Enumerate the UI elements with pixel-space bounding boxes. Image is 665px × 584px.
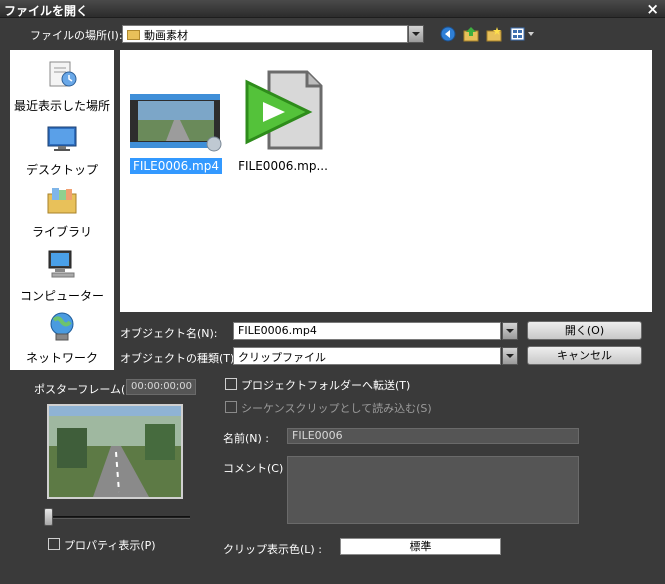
poster-timecode-field[interactable]: 00:00:00;00 (126, 379, 196, 395)
lookin-value: 動画素材 (144, 29, 188, 42)
clip-color-label: クリップ表示色(L) : (223, 543, 322, 556)
places-bar: 最近表示した場所 デスクトップ ライブラリ コンピューター ネットワーク (10, 50, 114, 370)
place-label: デスクトップ (25, 163, 98, 177)
clip-color-button[interactable]: 標準 (340, 538, 501, 555)
library-icon (47, 188, 77, 214)
transfer-to-project-label: プロジェクトフォルダーへ転送(T) (241, 379, 411, 392)
video-thumbnail-icon (130, 94, 222, 152)
place-network[interactable]: ネットワーク (10, 310, 114, 366)
file-name: FILE0006.mp4 (129, 158, 222, 174)
property-display-checkbox[interactable] (48, 538, 60, 550)
up-folder-icon[interactable] (463, 26, 479, 42)
file-item[interactable]: FILE0006.mp4 (128, 92, 224, 174)
title-bar: ファイルを開く × (0, 0, 665, 18)
name-label: 名前(N) : (223, 432, 270, 445)
poster-slider-thumb[interactable] (44, 508, 53, 526)
file-list: FILE0006.mp4 FILE0006.mp... (120, 50, 652, 312)
place-computer[interactable]: コンピューター (10, 248, 114, 304)
object-type-dropdown-button[interactable] (502, 347, 518, 365)
close-icon[interactable]: × (646, 0, 659, 18)
computer-icon (48, 250, 75, 278)
place-library[interactable]: ライブラリ (10, 184, 114, 240)
window-title: ファイルを開く (4, 4, 89, 18)
folder-icon (127, 30, 140, 40)
poster-preview (47, 404, 183, 499)
object-type-select[interactable]: クリップファイル (233, 347, 501, 365)
sequence-clip-label: シーケンスクリップとして読み込む(S) (241, 402, 432, 415)
place-label: 最近表示した場所 (13, 99, 110, 113)
open-button[interactable]: 開く(O) (527, 321, 642, 340)
name-field[interactable]: FILE0006 (287, 428, 579, 444)
cancel-button[interactable]: キャンセル (527, 346, 642, 365)
file-item[interactable]: FILE0006.mp... (232, 66, 334, 174)
lookin-dropdown-button[interactable] (408, 25, 424, 43)
place-label: コンピューター (19, 289, 104, 303)
transfer-to-project-checkbox[interactable] (225, 378, 237, 390)
lookin-label: ファイルの場所(I): (30, 29, 123, 42)
poster-image (49, 406, 181, 497)
view-menu-icon[interactable] (510, 26, 536, 42)
sequence-clip-checkbox[interactable] (225, 401, 237, 413)
new-folder-icon[interactable] (486, 26, 502, 42)
place-recent[interactable]: 最近表示した場所 (10, 58, 114, 114)
object-name-input[interactable]: FILE0006.mp4 (233, 322, 501, 340)
place-label: ネットワーク (25, 351, 98, 365)
recent-places-icon (49, 61, 77, 87)
comment-textarea[interactable] (287, 456, 579, 524)
file-name: FILE0006.mp... (238, 159, 328, 173)
object-name-dropdown-button[interactable] (502, 322, 518, 340)
media-file-icon (245, 70, 323, 150)
lookin-combo[interactable]: 動画素材 (122, 25, 408, 43)
object-type-label: オブジェクトの種類(T): (120, 352, 239, 365)
poster-slider-track[interactable] (48, 516, 190, 519)
object-name-label: オブジェクト名(N): (120, 327, 218, 340)
back-icon[interactable] (440, 26, 456, 42)
property-display-label: プロパティ表示(P) (64, 539, 156, 552)
comment-label: コメント(C) : (223, 462, 291, 475)
place-desktop[interactable]: デスクトップ (10, 122, 114, 178)
desktop-icon (47, 126, 77, 151)
network-icon (50, 312, 74, 341)
place-label: ライブラリ (31, 225, 92, 239)
